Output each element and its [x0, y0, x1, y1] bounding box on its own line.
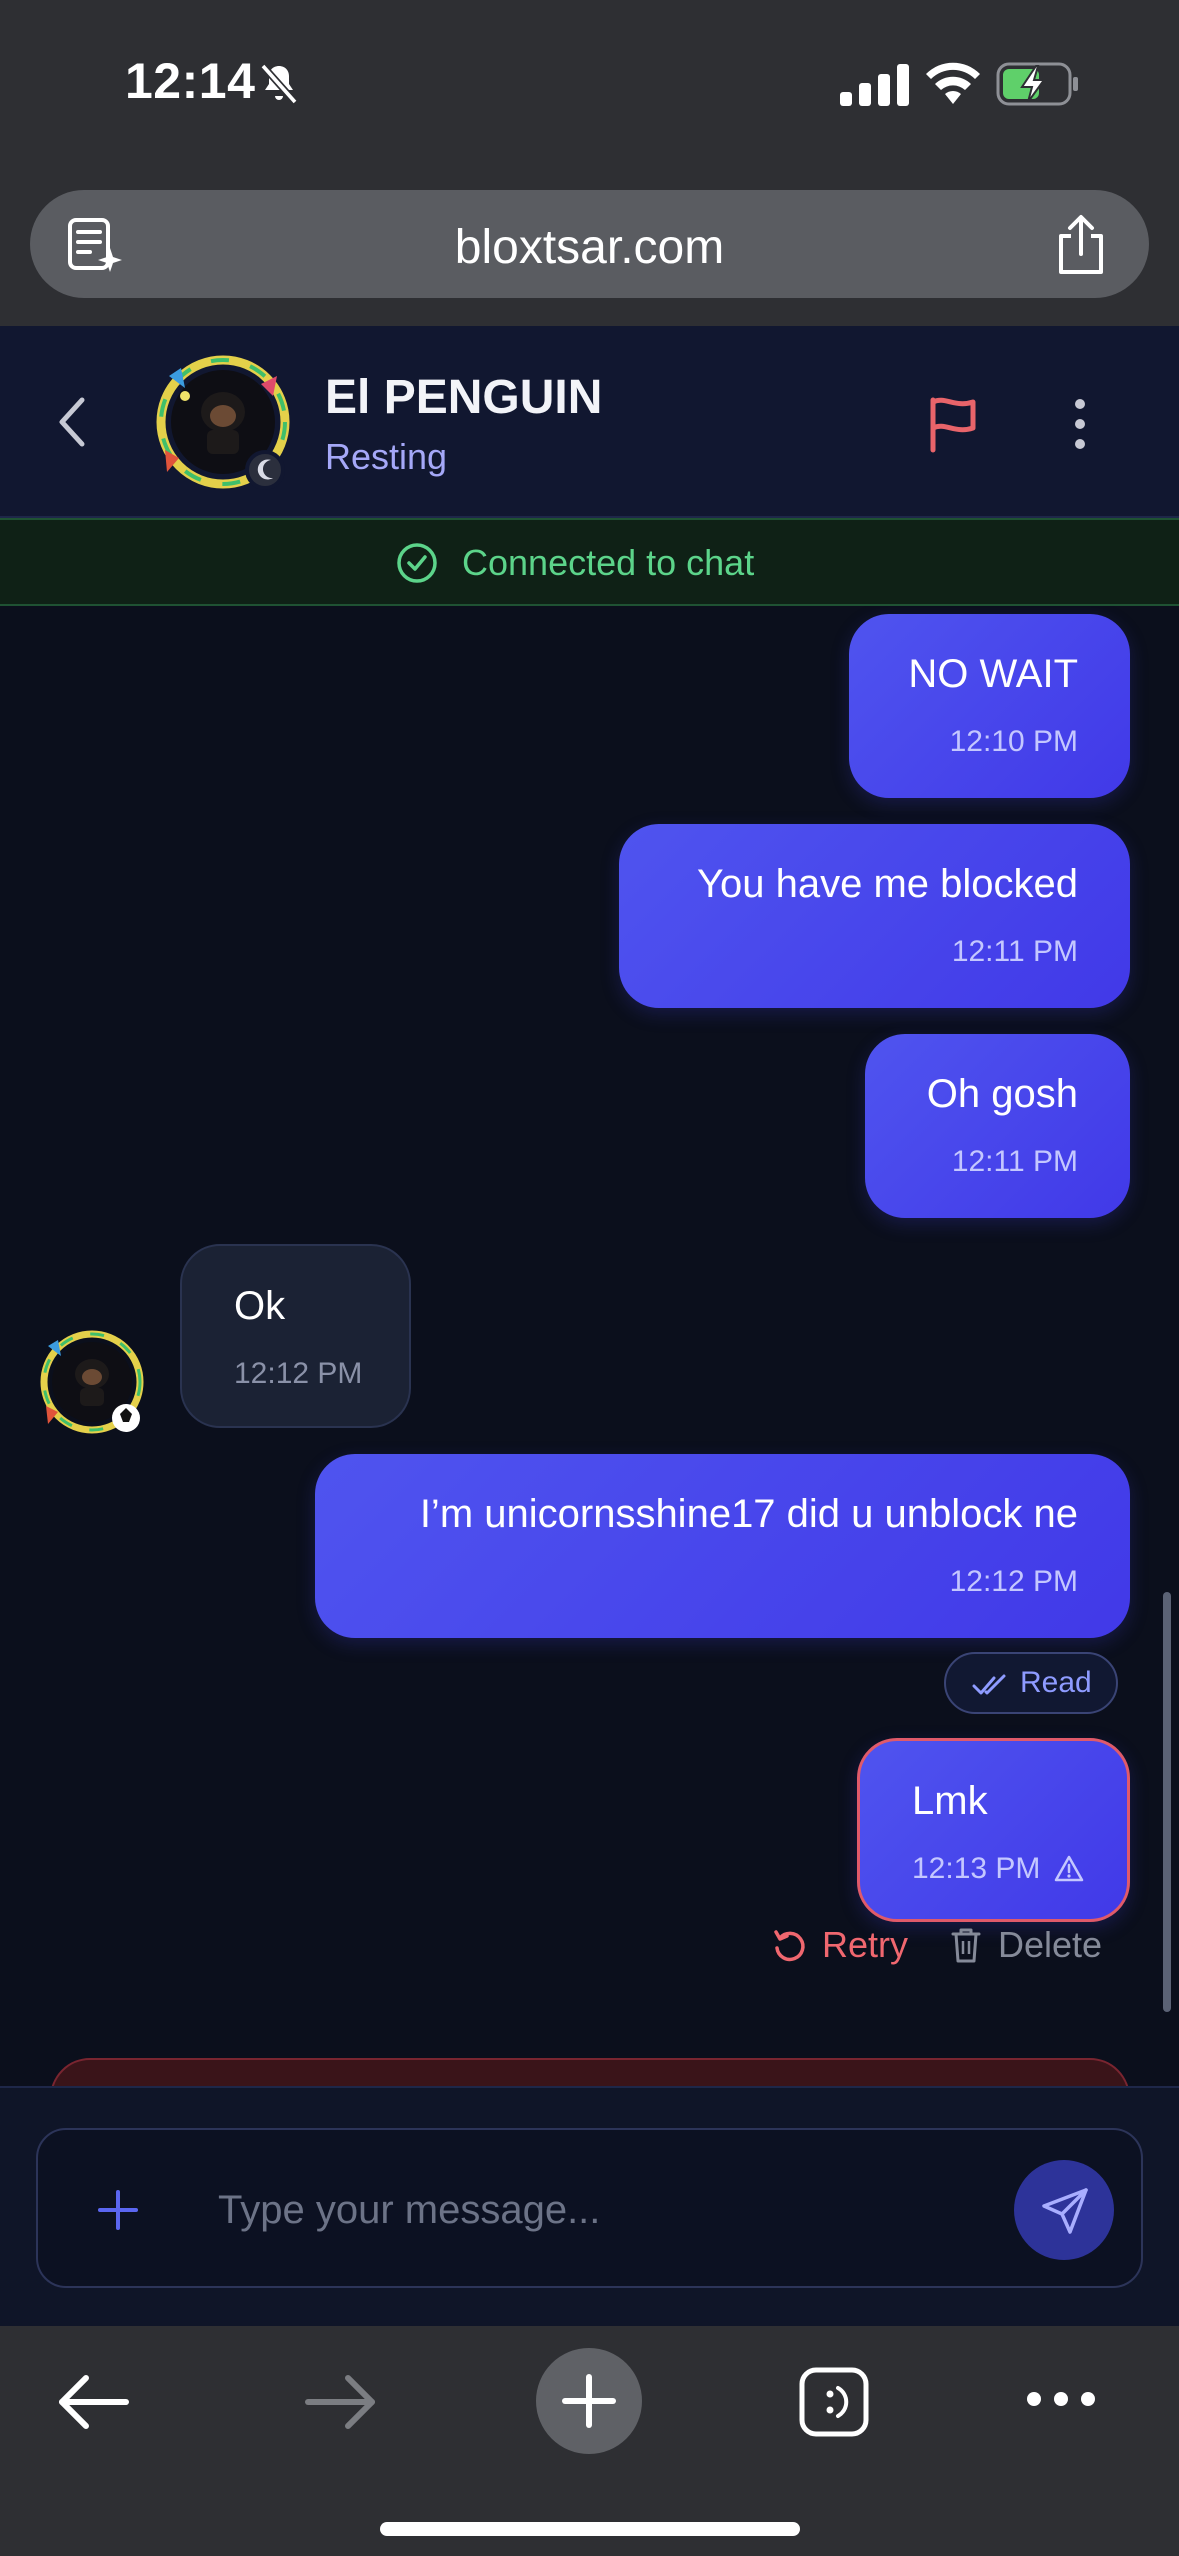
chat-header: El PENGUIN Resting	[0, 326, 1179, 518]
bell-slash-icon	[260, 63, 298, 105]
ellipsis-icon[interactable]	[1024, 2386, 1098, 2412]
connection-status-text: Connected to chat	[462, 542, 755, 583]
connection-banner: Connected to chat	[0, 518, 1179, 606]
tabs-icon[interactable]	[798, 2366, 870, 2438]
arrow-left-icon[interactable]	[56, 2372, 132, 2432]
failed-message-bubble[interactable]: Lmk 12:13 PM	[857, 1738, 1130, 1922]
double-check-icon	[972, 1674, 1006, 1695]
avatar[interactable]	[155, 354, 295, 494]
home-indicator[interactable]	[380, 2522, 800, 2536]
message-time-value: 12:13 PM	[912, 1852, 1041, 1885]
address-bar[interactable]: bloxtsar.com	[30, 190, 1149, 298]
attach-plus-icon[interactable]	[96, 2188, 140, 2232]
message-bubble[interactable]: Ok 12:12 PM	[180, 1244, 411, 1428]
scrollbar[interactable]	[1163, 1592, 1171, 2012]
send-icon	[1042, 2188, 1088, 2234]
message-text: NO WAIT	[908, 652, 1078, 696]
more-vertical-icon[interactable]	[1062, 396, 1098, 452]
message-bubble[interactable]: Oh gosh 12:11 PM	[865, 1034, 1130, 1218]
error-banner	[50, 2058, 1130, 2086]
message-input[interactable]	[218, 2174, 978, 2246]
send-button[interactable]	[1014, 2160, 1114, 2260]
sender-avatar[interactable]	[38, 1328, 150, 1440]
message-list[interactable]: NO WAIT 12:10 PM You have me blocked 12:…	[0, 606, 1179, 2086]
delete-label[interactable]: Delete	[998, 1924, 1102, 1966]
contact-name: El PENGUIN	[325, 371, 603, 424]
url-text[interactable]: bloxtsar.com	[30, 220, 1149, 275]
browser-toolbar	[0, 2326, 1179, 2556]
message-text: Ok	[234, 1284, 286, 1328]
warning-icon	[1055, 1855, 1084, 1882]
check-circle-icon	[397, 543, 437, 583]
message-text: You have me blocked	[696, 862, 1078, 906]
plus-icon	[562, 2374, 616, 2428]
flag-icon[interactable]	[925, 394, 981, 454]
trash-icon	[951, 1928, 981, 1963]
message-bubble[interactable]: You have me blocked 12:11 PM	[619, 824, 1130, 1008]
composer	[36, 2128, 1143, 2288]
message-text: Oh gosh	[926, 1072, 1078, 1116]
message-time: 12:13 PM	[912, 1852, 1084, 1886]
new-tab-button[interactable]	[536, 2348, 642, 2454]
battery-charging-icon	[996, 62, 1078, 106]
message-bubble[interactable]: I’m unicornsshine17 did u unblock ne 12:…	[315, 1454, 1130, 1638]
browser-url-area: bloxtsar.com	[0, 180, 1179, 326]
read-receipt-label: Read	[1020, 1666, 1092, 1699]
message-time: 12:12 PM	[234, 1357, 363, 1390]
status-time: 12:14	[125, 53, 256, 109]
message-time: 12:11 PM	[951, 935, 1078, 968]
retry-label[interactable]: Retry	[822, 1924, 908, 1966]
composer-area	[0, 2086, 1179, 2326]
status-bar: 12:14	[0, 0, 1179, 180]
retry-icon	[774, 1930, 805, 1962]
read-receipt-badge: Read	[944, 1652, 1118, 1714]
screen: 12:14 bloxtsar.com El PENGUIN Resting Co…	[0, 0, 1179, 2556]
message-time: 12:10 PM	[949, 725, 1078, 758]
message-text: Lmk	[912, 1779, 988, 1823]
message-time: 12:11 PM	[951, 1145, 1078, 1178]
cellular-signal-icon	[840, 64, 909, 106]
message-text: I’m unicornsshine17 did u unblock ne	[419, 1492, 1078, 1536]
message-bubble[interactable]: NO WAIT 12:10 PM	[849, 614, 1130, 798]
wifi-icon	[926, 62, 980, 104]
contact-status: Resting	[325, 436, 448, 477]
share-icon[interactable]	[1053, 214, 1109, 276]
message-time: 12:12 PM	[949, 1565, 1078, 1598]
chevron-left-icon[interactable]	[50, 394, 96, 450]
arrow-right-icon[interactable]	[302, 2372, 378, 2432]
